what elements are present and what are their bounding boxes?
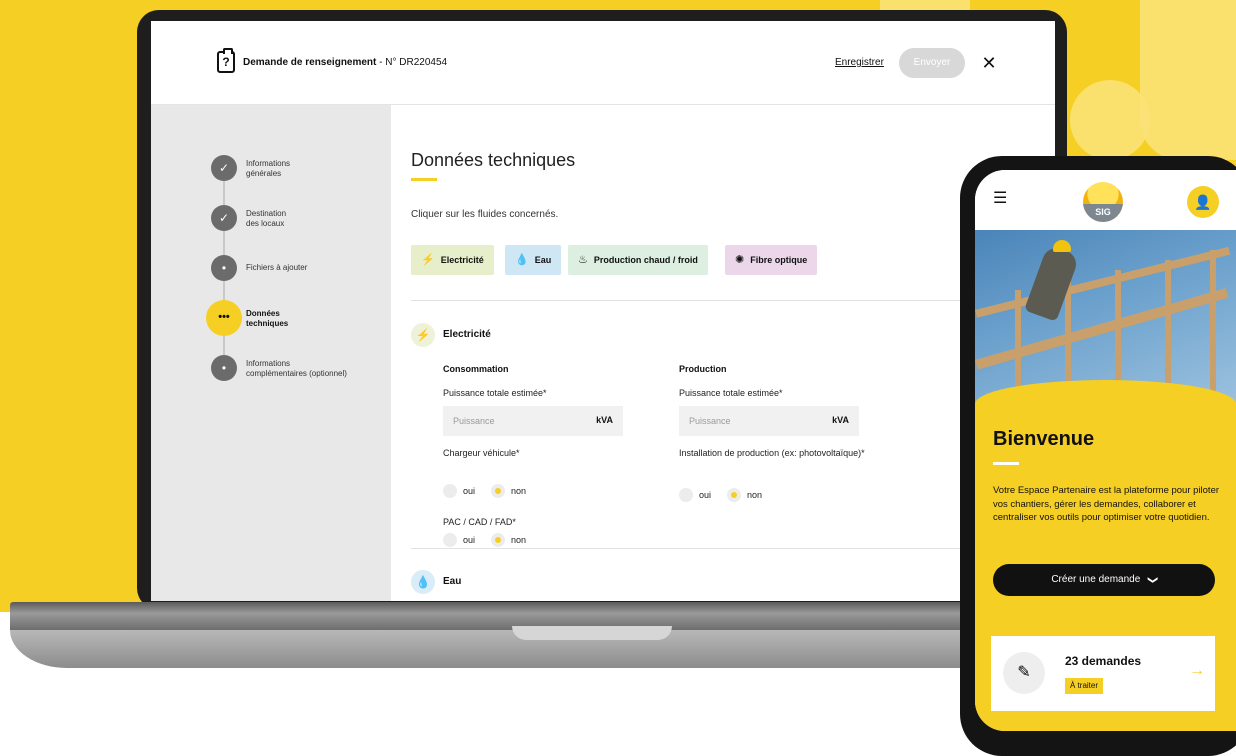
phone-screen: ☰ SIG 👤 Bienvenue Votre Espace Partenair…: [975, 170, 1236, 731]
fluid-chip-electricity[interactable]: ⚡ Electricité: [411, 245, 494, 275]
production-power-input[interactable]: Puissance kVA: [679, 406, 859, 436]
divider: [411, 548, 1055, 549]
sig-logo: SIG: [1083, 182, 1123, 222]
radio-label: non: [747, 490, 763, 500]
user-icon[interactable]: 👤: [1187, 186, 1219, 218]
steps-sidebar: ✓ Informations générales ✓ Destination d…: [151, 105, 391, 601]
production-power-label: Puissance totale estimée*: [679, 388, 783, 398]
chip-label: Eau: [534, 255, 552, 265]
form-number: - N° DR220454: [376, 57, 448, 68]
check-icon: ✓: [211, 205, 237, 231]
charger-label: Chargeur véhicule*: [443, 448, 520, 458]
step-files[interactable]: • Fichiers à ajouter: [211, 255, 391, 285]
radio-label: oui: [463, 486, 476, 496]
logo-text: SIG: [1083, 204, 1123, 222]
active-step-icon: •••: [206, 300, 242, 336]
step-label: Destination des locaux: [246, 209, 287, 228]
pending-dot-icon: •: [211, 355, 237, 381]
close-icon[interactable]: ✕: [979, 53, 999, 73]
drop-icon: 💧: [515, 254, 529, 266]
send-button[interactable]: Envoyer: [899, 48, 965, 78]
unit-label: kVA: [832, 415, 849, 425]
form-title: Demande de renseignement - N° DR220454: [243, 57, 447, 68]
input-placeholder: Puissance: [453, 416, 495, 426]
button-label: Créer une demande: [1051, 574, 1141, 585]
radio-label: oui: [463, 535, 476, 545]
plug-icon: ⚡: [421, 254, 435, 266]
step-label: Fichiers à ajouter: [246, 263, 308, 272]
worker-figure: [1024, 244, 1080, 322]
section-title-electricity: Electricité: [443, 329, 491, 340]
drop-icon: 💧: [411, 570, 435, 594]
status-badge: À traiter: [1065, 678, 1104, 694]
pac-label: PAC / CAD / FAD*: [443, 517, 516, 527]
step-destination[interactable]: ✓ Destination des locaux: [211, 205, 391, 235]
step-general-info[interactable]: ✓ Informations générales: [211, 155, 391, 185]
fiber-icon: ✺: [735, 254, 745, 266]
radio-label: non: [511, 535, 527, 545]
decorative-shape: [1140, 0, 1236, 160]
install-no-radio[interactable]: [727, 488, 741, 502]
input-placeholder: Puissance: [689, 416, 731, 426]
create-request-button[interactable]: Créer une demande ❯: [993, 564, 1215, 596]
step-label: Données techniques: [246, 309, 289, 328]
pending-dot-icon: •: [211, 255, 237, 281]
requests-count: 23 demandes: [1065, 654, 1142, 668]
welcome-title: Bienvenue: [993, 428, 1095, 450]
chip-label: Production chaud / froid: [593, 255, 698, 265]
unit-label: kVA: [596, 415, 613, 425]
requests-card[interactable]: ✎ 23 demandes À traiter →: [991, 636, 1215, 711]
divider: [411, 300, 1055, 301]
install-production-label: Installation de production (ex: photovol…: [679, 448, 865, 458]
decorative-shape: [1070, 80, 1150, 160]
pac-yes-radio[interactable]: [443, 533, 457, 547]
title-underline: [411, 178, 437, 181]
check-icon: ✓: [211, 155, 237, 181]
install-yes-radio[interactable]: [679, 488, 693, 502]
step-technical-data[interactable]: ••• Données techniques: [206, 300, 391, 336]
title-underline: [993, 462, 1019, 465]
chip-label: Electricité: [440, 255, 484, 265]
chip-label: Fibre optique: [750, 255, 808, 265]
phone-header: ☰ SIG 👤: [975, 170, 1236, 230]
consumption-power-label: Puissance totale estimée*: [443, 388, 547, 398]
heat-icon: ♨: [578, 254, 588, 266]
clipboard-question-icon: ?: [217, 48, 235, 73]
fluid-chip-fiber[interactable]: ✺ Fibre optique: [725, 245, 818, 275]
step-label: Informations complémentaires (optionnel): [246, 359, 347, 378]
page-title: Données techniques: [411, 150, 576, 170]
consumption-power-input[interactable]: Puissance kVA: [443, 406, 623, 436]
laptop-notch: [512, 626, 672, 640]
instruction-text: Cliquer sur les fluides concernés.: [411, 209, 559, 220]
main-content: Données techniques Cliquer sur les fluid…: [391, 105, 1055, 601]
laptop-screen: ? Demande de renseignement - N° DR220454…: [151, 21, 1055, 601]
charger-no-radio[interactable]: [491, 484, 505, 498]
consumption-heading: Consommation: [443, 364, 509, 374]
charger-yes-radio[interactable]: [443, 484, 457, 498]
arrow-right-icon: →: [1189, 662, 1205, 679]
save-link[interactable]: Enregistrer: [835, 57, 884, 68]
menu-icon[interactable]: ☰: [993, 188, 1007, 208]
form-title-text: Demande de renseignement: [243, 57, 377, 68]
section-title-water: Eau: [443, 576, 462, 587]
plug-icon: ⚡: [411, 323, 435, 347]
radio-label: oui: [699, 490, 712, 500]
helmet-figure: [1053, 240, 1071, 252]
production-heading: Production: [679, 364, 727, 374]
welcome-text: Votre Espace Partenaire est la plateform…: [993, 485, 1220, 523]
chevron-down-icon: ❯: [1147, 575, 1159, 585]
step-label: Informations générales: [246, 159, 291, 178]
fluid-chip-water[interactable]: 💧 Eau: [505, 245, 562, 275]
form-header: ? Demande de renseignement - N° DR220454…: [151, 21, 1055, 105]
pac-no-radio[interactable]: [491, 533, 505, 547]
edit-document-icon: ✎: [1003, 652, 1045, 694]
step-additional-info[interactable]: • Informations complémentaires (optionne…: [211, 355, 391, 385]
fluid-chip-heat-cold[interactable]: ♨ Production chaud / froid: [568, 245, 708, 275]
radio-label: non: [511, 486, 527, 496]
